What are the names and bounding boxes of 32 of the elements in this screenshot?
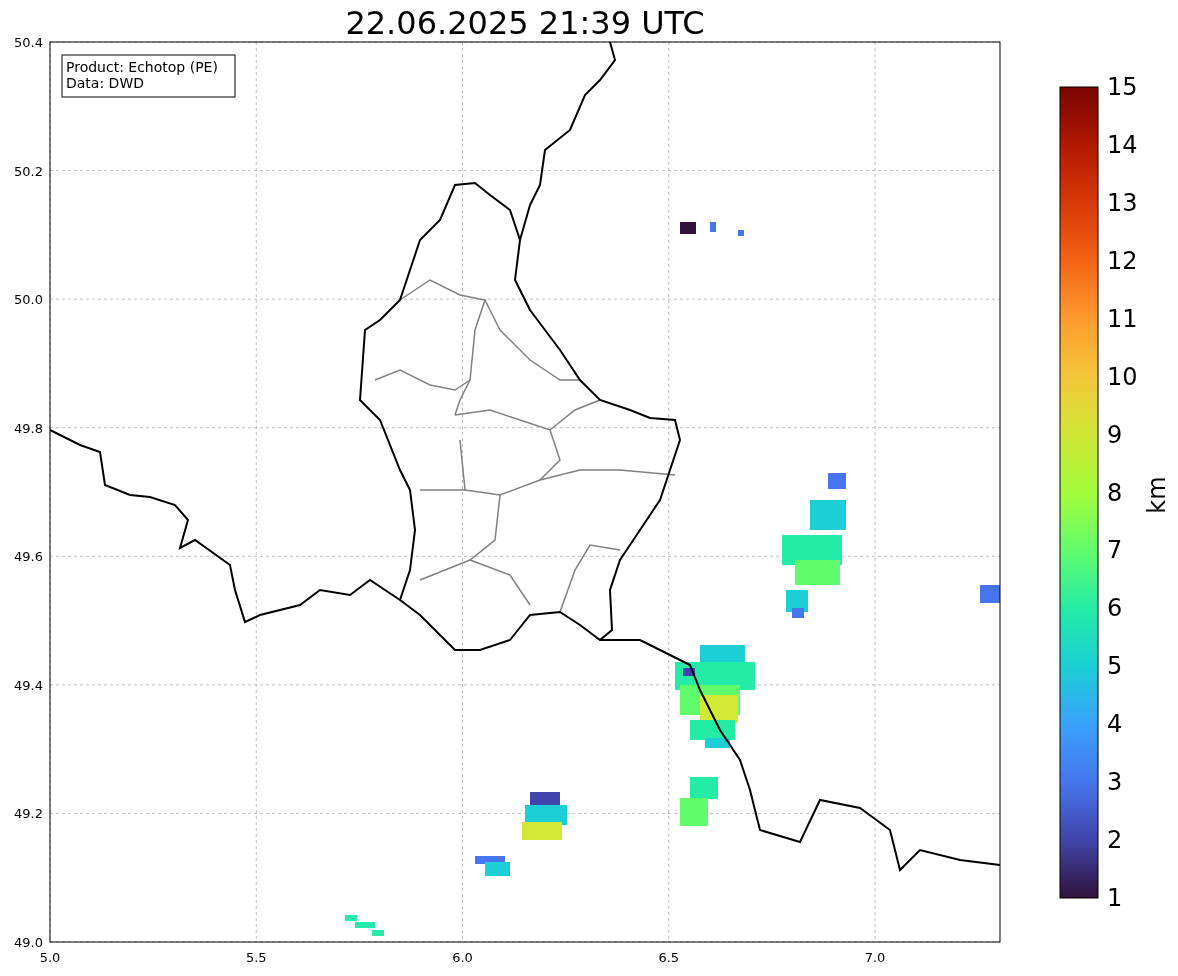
y-tick-label: 49.0: [14, 935, 43, 950]
colorbar-tick-label: 4: [1107, 710, 1123, 739]
y-tick-label: 49.2: [14, 806, 43, 822]
x-tick-label: 6.5: [658, 950, 680, 965]
colorbar-tick-label: 10: [1107, 362, 1138, 391]
chart-title: 22.06.2025 21:39 UTC: [345, 4, 705, 42]
colorbar-tick-label: 6: [1107, 594, 1123, 623]
colorbar-tick-label: 14: [1107, 130, 1138, 159]
y-tick-label: 50.0: [14, 292, 43, 308]
colorbar-tick-label: 11: [1107, 304, 1138, 333]
colorbar-tick-label: 15: [1107, 73, 1138, 101]
colorbar-tick-label: 7: [1107, 536, 1123, 565]
colorbar-tick-label: 9: [1107, 420, 1123, 449]
colorbar-tick-label: 1: [1107, 884, 1123, 912]
x-tick-label: 6.0: [452, 950, 473, 965]
colorbar-tick-label: 12: [1107, 246, 1138, 275]
colorbar-tick-label: 5: [1107, 652, 1123, 681]
y-tick-label: 50.4: [14, 35, 43, 50]
y-tick-label: 49.8: [14, 420, 43, 436]
y-tick-label: 49.6: [14, 549, 43, 565]
legend-text: Product: Echotop (PE): [66, 59, 218, 75]
colorbar-label: km: [1143, 476, 1171, 514]
x-tick-label: 7.0: [864, 950, 886, 965]
y-tick-label: 50.2: [14, 163, 43, 179]
colorbar-tick-label: 2: [1107, 826, 1123, 855]
legend-text: Data: DWD: [66, 75, 144, 91]
x-tick-label: 5.5: [245, 950, 267, 965]
x-tick-label: 5.0: [39, 950, 61, 965]
colorbar-tick-label: 8: [1107, 478, 1123, 507]
colorbar-tick-label: 13: [1107, 188, 1138, 217]
y-tick-label: 49.4: [14, 677, 43, 693]
colorbar-tick-label: 3: [1107, 768, 1123, 797]
